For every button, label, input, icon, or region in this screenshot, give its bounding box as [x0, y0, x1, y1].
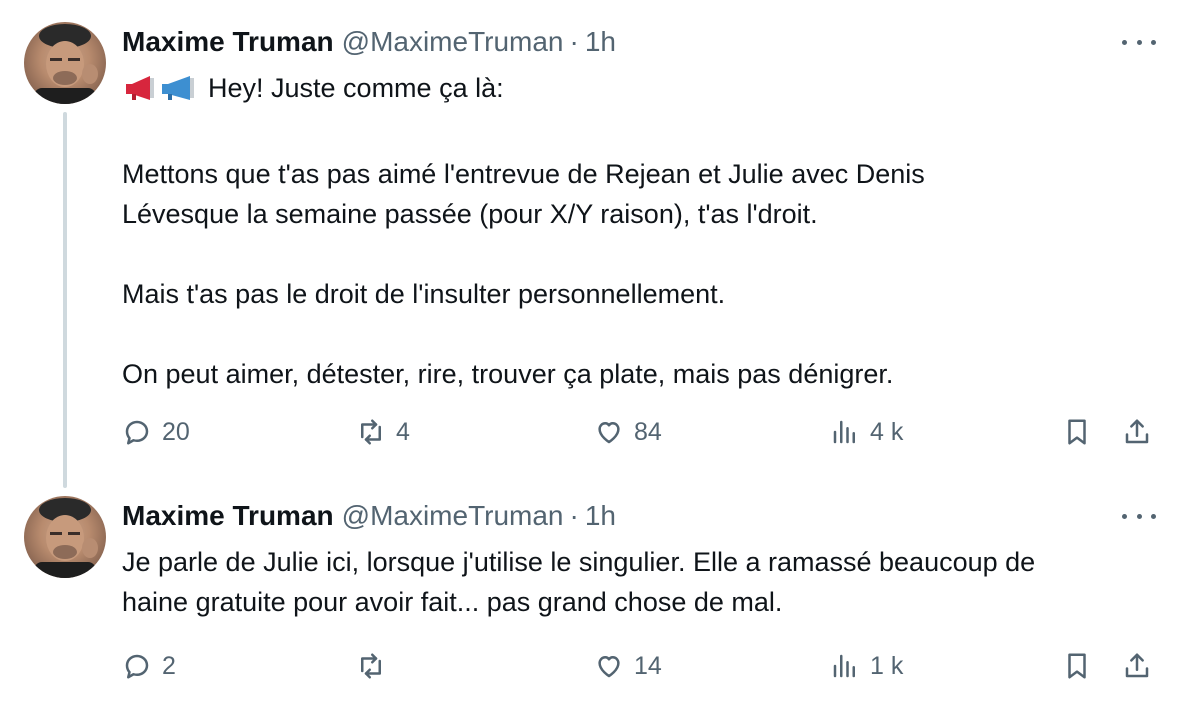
reply-count: 20: [162, 417, 190, 446]
reply-button[interactable]: 2: [122, 646, 176, 686]
user-handle[interactable]: @MaximeTruman: [342, 500, 564, 532]
tweet-actions: 2 14 1 k: [122, 646, 1162, 686]
tweet-header: Maxime Truman @MaximeTruman · 1h: [122, 500, 616, 532]
tweet-header: Maxime Truman @MaximeTruman · 1h: [122, 26, 616, 58]
heart-icon: [598, 422, 620, 444]
retweet-button[interactable]: [356, 646, 396, 686]
display-name[interactable]: Maxime Truman: [122, 26, 334, 58]
thread-connector-line: [63, 112, 67, 488]
timestamp[interactable]: 1h: [585, 500, 616, 532]
tweet-text: Hey! Juste comme ça là: Mettons que t'as…: [122, 68, 1162, 394]
bookmark-icon: [1068, 653, 1086, 679]
speech-bubble-icon: [125, 654, 149, 679]
retweet-button[interactable]: 4: [356, 412, 410, 452]
views-count: 1 k: [870, 651, 904, 680]
share-upload-icon: [1125, 419, 1149, 444]
reply-button[interactable]: 20: [122, 412, 190, 452]
views-button[interactable]: 4 k: [830, 412, 903, 452]
megaphone-icon: [122, 73, 202, 114]
bar-chart-icon: [833, 420, 855, 444]
retweet-count: 4: [396, 417, 410, 446]
tweet-text: Je parle de Julie ici, lorsque j'utilise…: [122, 542, 1162, 622]
share-upload-icon: [1125, 653, 1149, 678]
like-count: 14: [634, 651, 662, 680]
separator-dot: ·: [569, 500, 579, 531]
avatar-photo-icon: [34, 498, 98, 578]
avatar[interactable]: [24, 22, 106, 104]
user-handle[interactable]: @MaximeTruman: [342, 26, 564, 58]
like-count: 84: [634, 417, 662, 446]
bar-chart-icon: [833, 654, 855, 678]
more-dots-icon[interactable]: [1122, 32, 1156, 52]
speech-bubble-icon: [125, 420, 149, 445]
timestamp[interactable]: 1h: [585, 26, 616, 58]
bookmark-button[interactable]: [1062, 412, 1092, 452]
avatar[interactable]: [24, 496, 106, 578]
retweet-arrows-icon: [361, 653, 381, 679]
tweet-paragraph: On peut aimer, détester, rire, trouver ç…: [122, 359, 894, 389]
bookmark-button[interactable]: [1062, 646, 1092, 686]
tweet[interactable]: Maxime Truman @MaximeTruman · 1h Je parl…: [0, 490, 1182, 708]
tweet-paragraph: Mettons que t'as pas aimé l'entrevue de …: [122, 159, 925, 229]
separator-dot: ·: [569, 26, 579, 57]
like-button[interactable]: 84: [594, 412, 662, 452]
like-button[interactable]: 14: [594, 646, 662, 686]
tweet[interactable]: Maxime Truman @MaximeTruman · 1h Hey! Ju…: [0, 0, 1182, 490]
bookmark-icon: [1068, 419, 1086, 445]
reply-count: 2: [162, 651, 176, 680]
tweet-intro-text: Hey! Juste comme ça là:: [208, 73, 504, 103]
retweet-arrows-icon: [361, 419, 381, 445]
share-button[interactable]: [1122, 646, 1152, 686]
tweet-paragraph: Hey! Juste comme ça là:: [122, 68, 1162, 114]
display-name[interactable]: Maxime Truman: [122, 500, 334, 532]
heart-icon: [598, 656, 620, 678]
tweet-actions: 20 4 84 4 k: [122, 412, 1162, 452]
tweet-paragraph: Je parle de Julie ici, lorsque j'utilise…: [122, 547, 1036, 617]
more-dots-icon[interactable]: [1122, 506, 1156, 526]
share-button[interactable]: [1122, 412, 1152, 452]
views-count: 4 k: [870, 417, 904, 446]
tweet-paragraph: Mais t'as pas le droit de l'insulter per…: [122, 279, 726, 309]
avatar-photo-icon: [34, 24, 98, 104]
views-button[interactable]: 1 k: [830, 646, 903, 686]
